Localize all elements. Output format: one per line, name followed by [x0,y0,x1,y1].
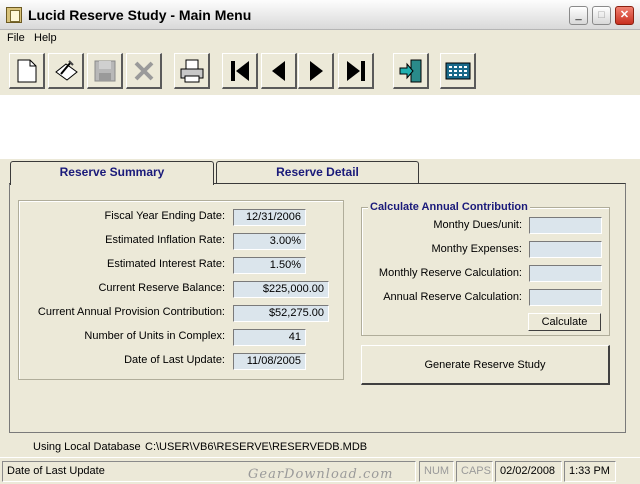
toolbar [0,49,640,95]
calculate-button[interactable]: Calculate [528,313,601,331]
menu-bar: File Help [0,30,640,49]
watermark: GearDownload.com [248,467,394,482]
database-label: Using Local Database [33,441,141,453]
calculator-icon [445,62,471,80]
exit-icon [399,59,422,83]
previous-record-button[interactable] [261,53,297,89]
exit-button[interactable] [393,53,429,89]
edit-button[interactable] [48,53,84,89]
monthly-reserve-field[interactable] [529,265,602,282]
edit-icon [55,60,78,81]
delete-icon [134,61,154,81]
calculate-group-title: Calculate Annual Contribution [368,201,530,213]
generate-reserve-study-button[interactable]: Generate Reserve Study [361,345,610,385]
menu-file[interactable]: File [7,32,25,44]
print-icon [180,59,204,83]
tab-reserve-detail[interactable]: Reserve Detail [216,161,419,183]
annual-reserve-field[interactable] [529,289,602,306]
previous-record-icon [272,61,285,81]
caps-lock-indicator: CAPS [456,461,493,482]
app-book-icon [6,7,22,23]
new-icon [17,59,37,83]
next-record-icon [310,61,323,81]
units-count-field[interactable]: 41 [233,329,306,346]
interest-rate-field[interactable]: 1.50% [233,257,306,274]
status-time: 1:33 PM [564,461,616,482]
new-button[interactable] [9,53,45,89]
reserve-balance-field[interactable]: $225,000.00 [233,281,329,298]
last-update-label: Date of Last Update: [124,354,225,366]
blank-area [0,95,640,159]
reserve-balance-label: Current Reserve Balance: [98,282,225,294]
first-record-button[interactable] [222,53,258,89]
database-path: C:\USER\VB6\RESERVE\RESERVEDB.MDB [145,441,368,453]
interest-rate-label: Estimated Interest Rate: [107,258,225,270]
window-title: Lucid Reserve Study - Main Menu [28,7,252,23]
monthly-dues-field[interactable] [529,217,602,234]
save-button[interactable] [87,53,123,89]
annual-provision-label: Current Annual Provision Contribution: [37,306,225,318]
maximize-button[interactable]: □ [592,6,611,25]
tab-reserve-summary[interactable]: Reserve Summary [10,161,214,185]
first-record-icon [231,61,249,81]
delete-button[interactable] [126,53,162,89]
minimize-button[interactable]: _ [569,6,588,25]
close-button[interactable]: ✕ [615,6,634,25]
last-update-field[interactable]: 11/08/2005 [233,353,306,370]
print-button[interactable] [174,53,210,89]
title-bar: Lucid Reserve Study - Main Menu _ □ ✕ [0,0,640,30]
annual-reserve-label: Annual Reserve Calculation: [383,291,522,303]
last-record-icon [347,61,365,81]
fiscal-year-field[interactable]: 12/31/2006 [233,209,306,226]
units-count-label: Number of Units in Complex: [84,330,225,342]
status-date: 02/02/2008 [495,461,562,482]
num-lock-indicator: NUM [419,461,454,482]
last-record-button[interactable] [338,53,374,89]
monthly-expenses-field[interactable] [529,241,602,258]
menu-help[interactable]: Help [34,32,57,44]
inflation-rate-field[interactable]: 3.00% [233,233,306,250]
next-record-button[interactable] [298,53,334,89]
monthly-reserve-label: Monthly Reserve Calculation: [378,267,522,279]
save-icon [94,60,116,82]
annual-provision-field[interactable]: $52,275.00 [233,305,329,322]
fiscal-year-label: Fiscal Year Ending Date: [104,210,225,222]
calculator-button[interactable] [440,53,476,89]
inflation-rate-label: Estimated Inflation Rate: [105,234,225,246]
monthly-expenses-label: Monthy Expenses: [431,243,523,255]
monthly-dues-label: Monthy Dues/unit: [433,219,522,231]
